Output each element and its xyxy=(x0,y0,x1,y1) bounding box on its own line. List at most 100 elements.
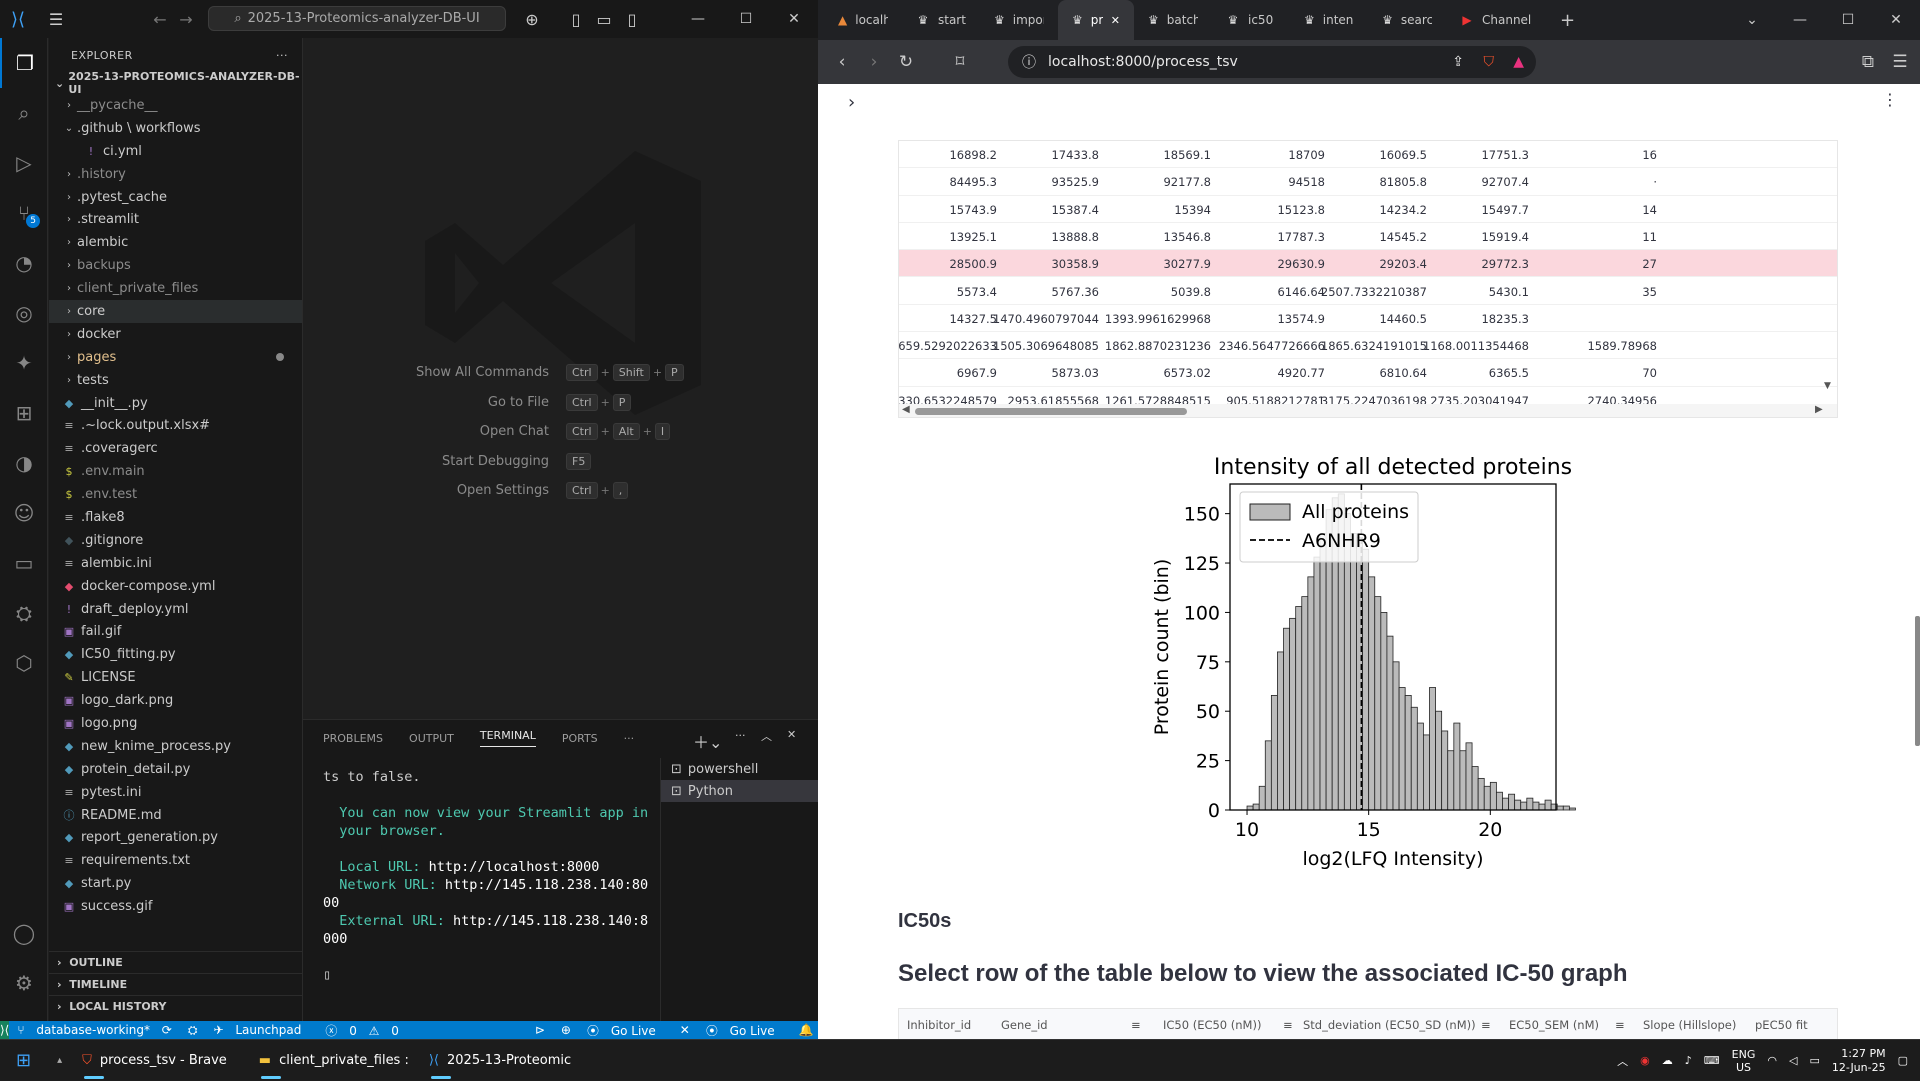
browser-tab[interactable]: ♛ ic50 xyxy=(1212,0,1290,40)
settings-gear-icon[interactable]: ⚙ xyxy=(0,958,48,1008)
folder-item[interactable]: › core xyxy=(49,300,302,323)
debug-status-icon[interactable]: ⊳ xyxy=(535,1023,545,1037)
col-ic50[interactable]: IC50 (EC50 (nM)) xyxy=(1163,1018,1261,1032)
scroll-down-icon[interactable]: ▼ xyxy=(1824,381,1831,391)
microphone-icon[interactable]: ♪ xyxy=(1685,1054,1692,1067)
docker-icon[interactable]: ⬡ xyxy=(0,638,48,688)
file-item[interactable]: ⓘ README.md xyxy=(49,804,302,827)
brave-shields-icon[interactable]: ⛉ xyxy=(1484,54,1495,70)
browser-tab[interactable]: ▲ localhost xyxy=(824,0,902,40)
shortcut-row[interactable]: Open Settings Ctrl +, xyxy=(303,482,818,500)
extensions-icon[interactable]: ⊞ xyxy=(0,388,48,438)
branch-status[interactable]: ⑂ database-working* ⟳ xyxy=(17,1023,171,1037)
terminal-output[interactable]: ts to false. You can now view your Strea… xyxy=(323,768,663,984)
file-item[interactable]: ▣ logo.png xyxy=(49,712,302,735)
col-pec50[interactable]: pEC50 fit xyxy=(1755,1018,1808,1032)
forward-arrow-icon[interactable]: → xyxy=(172,10,200,29)
more-icon[interactable]: ··· xyxy=(624,732,635,745)
table-row[interactable]: 84495.3 93525.9 92177.8 94518 81805.8 92707.4… xyxy=(899,168,1837,196)
col-gene-id[interactable]: Gene_id xyxy=(1001,1018,1048,1032)
notification-center-icon[interactable]: ▢ xyxy=(1898,1054,1908,1067)
root-folder[interactable]: ⌄ 2025-13-PROTEOMICS-ANALYZER-DB-UI xyxy=(49,70,302,96)
layout-secondary-icon[interactable]: ▯ xyxy=(618,10,646,29)
more-actions-icon[interactable]: ··· xyxy=(276,49,288,62)
layout-sidebar-icon[interactable]: ▯ xyxy=(562,10,590,29)
shortcut-row[interactable]: Start Debugging F5 xyxy=(303,452,818,470)
run-debug-icon[interactable]: ▷ xyxy=(0,138,48,188)
file-item[interactable]: ! draft_deploy.yml xyxy=(49,598,302,621)
browser-tab[interactable]: ♛ import_c xyxy=(980,0,1058,40)
maximize-panel-icon[interactable]: ︿ xyxy=(761,728,772,744)
battery-icon[interactable]: ▭ xyxy=(1809,1054,1819,1067)
go-live-status[interactable]: ⦿ Go Live xyxy=(587,1022,664,1039)
layout-panel-icon[interactable]: ▭ xyxy=(590,10,618,29)
table-row[interactable]: 15743.9 15387.4 15394 15123.8 14234.2 15497.7… xyxy=(899,196,1837,223)
maximize-icon[interactable]: ☐ xyxy=(722,0,770,38)
folder-item[interactable]: ⌄ .github \ workflows xyxy=(49,117,302,140)
col-inhibitor-id[interactable]: Inhibitor_id xyxy=(907,1018,971,1032)
file-item[interactable]: ◆ protein_detail.py xyxy=(49,758,302,781)
share-icon[interactable]: ⇪ xyxy=(1452,54,1464,70)
shortcut-row[interactable]: Show All Commands Ctrl + Shift + P xyxy=(303,364,818,381)
col-slope[interactable]: Slope (Hillslope) xyxy=(1643,1018,1736,1032)
filter-icon[interactable]: ≡ xyxy=(1131,1018,1141,1032)
tab-output[interactable]: OUTPUT xyxy=(409,732,454,745)
menu-icon[interactable]: ☰ xyxy=(36,10,76,29)
folder-item[interactable]: › client_private_files xyxy=(49,277,302,300)
bug-status-icon[interactable]: ✕ xyxy=(680,1023,690,1037)
extension-status-icon[interactable]: ⛭ xyxy=(188,1023,198,1038)
account-icon[interactable]: ◯ xyxy=(0,908,48,958)
horizontal-scrollbar[interactable]: ◀ ▶ xyxy=(899,404,1837,417)
close-icon[interactable]: ✕ xyxy=(1872,0,1920,40)
browser-tab[interactable]: ♛ search xyxy=(1368,0,1446,40)
browser-tab[interactable]: ♛ intensity xyxy=(1290,0,1368,40)
extensions-icon[interactable]: ⧉ xyxy=(1852,52,1884,72)
folder-item[interactable]: › backups xyxy=(49,254,302,277)
source-control-icon[interactable]: ⑂ 5 xyxy=(0,188,48,238)
clock[interactable]: 1:27 PM 12-Jun-25 xyxy=(1832,1047,1886,1075)
file-item[interactable]: ! ci.yml xyxy=(49,140,302,163)
go-live-status-2[interactable]: ⦿ Go Live xyxy=(706,1022,783,1039)
new-terminal-icon[interactable]: ＋⌄ xyxy=(693,729,722,753)
file-item[interactable]: ◆ report_generation.py xyxy=(49,827,302,850)
filter-icon[interactable]: ≡ xyxy=(1615,1018,1625,1032)
tray-app-icon[interactable]: ◉ xyxy=(1640,1054,1650,1067)
shortcut-row[interactable]: Go to File Ctrl + P xyxy=(303,393,818,411)
tab-ports[interactable]: PORTS xyxy=(562,732,598,745)
taskbar-brave[interactable]: ⛉ process_tsv - Brave xyxy=(72,1040,237,1081)
file-item[interactable]: ≡ pytest.ini xyxy=(49,781,302,804)
table-row[interactable]: 28500.9 30358.9 30277.9 29630.9 29203.4 29772… xyxy=(899,250,1837,278)
scroll-thumb[interactable] xyxy=(915,408,1187,415)
file-item[interactable]: ◆ new_knime_process.py xyxy=(49,735,302,758)
gemini-icon[interactable]: ✦ xyxy=(0,338,48,388)
shortcut-row[interactable]: Open Chat Ctrl + Alt + I xyxy=(303,423,818,441)
folder-item[interactable]: › tests xyxy=(49,369,302,392)
remote-icon[interactable]: ⟩⟨ xyxy=(0,1021,10,1039)
local-history-section[interactable]: › LOCAL HISTORY xyxy=(49,995,303,1017)
close-panel-icon[interactable]: ✕ xyxy=(787,728,796,741)
file-item[interactable]: ✎ LICENSE xyxy=(49,666,302,689)
minimize-icon[interactable]: — xyxy=(1776,0,1824,40)
copilot-chat-icon[interactable]: ☺ xyxy=(0,488,48,538)
local-url[interactable]: http://localhost:8000 xyxy=(429,859,600,875)
folder-item[interactable]: › docker xyxy=(49,323,302,346)
notifications-icon[interactable]: 🔔 xyxy=(799,1023,814,1037)
back-icon[interactable]: ‹ xyxy=(826,52,858,72)
folder-item[interactable]: › alembic xyxy=(49,231,302,254)
page-scrollbar[interactable] xyxy=(1915,616,1920,746)
table-row[interactable]: 1659.5292022633 1505.3069648085 1862.88702… xyxy=(899,332,1837,360)
copilot-status-icon[interactable]: ⊕ xyxy=(561,1023,571,1037)
terminal-item-python[interactable]: ⊡ Python xyxy=(661,780,818,802)
tray-cloud-icon[interactable]: ☁ xyxy=(1662,1054,1673,1067)
close-icon[interactable]: ✕ xyxy=(770,0,818,38)
browser-tab[interactable]: ▶ Channel xyxy=(1446,0,1546,40)
browser-tab[interactable]: ♛ pro ✕ xyxy=(1058,0,1134,40)
tab-search-icon[interactable]: ⌄ xyxy=(1728,0,1776,40)
timeline-icon[interactable]: ◔ xyxy=(0,238,48,288)
scroll-left-icon[interactable]: ◀ xyxy=(902,404,910,415)
start-button[interactable]: ⊞ xyxy=(0,1040,47,1081)
folder-item[interactable]: › pages xyxy=(49,346,302,369)
data-table[interactable]: 16898.2 17433.8 18569.1 18709 16069.5 17751.3… xyxy=(898,140,1838,418)
tab-problems[interactable]: PROBLEMS xyxy=(323,732,383,745)
file-item[interactable]: ▣ success.gif xyxy=(49,895,302,918)
